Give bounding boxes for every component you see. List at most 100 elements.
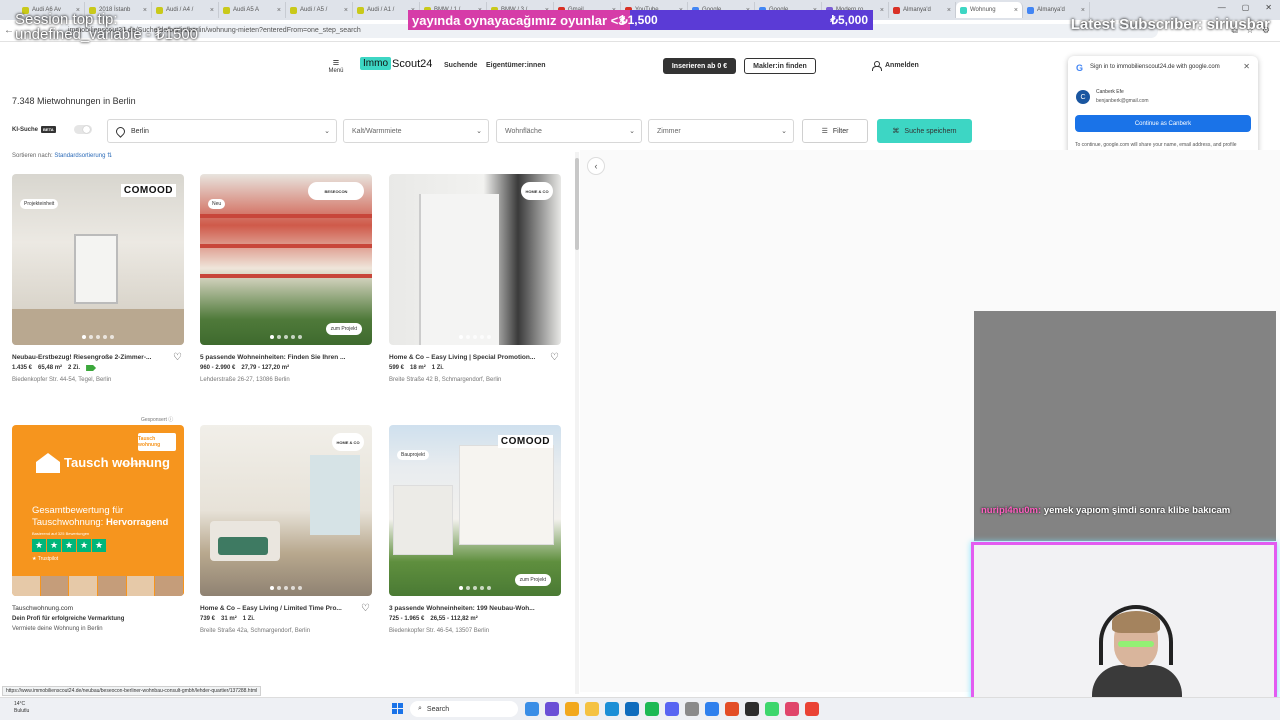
browser-tab[interactable]: Audi / A5 / ×	[286, 2, 353, 18]
minimize-icon[interactable]: —	[1218, 3, 1226, 12]
windows-start-icon[interactable]	[392, 703, 403, 714]
vscode-icon[interactable]	[705, 702, 719, 716]
immoscout-logo[interactable]: Immo Scout24	[360, 57, 432, 70]
listing-address: Breite Straße 42 B, Schmargendorf, Berli…	[389, 377, 502, 383]
area-select[interactable]: Wohnfläche ⌄	[496, 119, 642, 143]
ki-search-label: KI-Suche BETA	[12, 126, 56, 133]
browser-tab[interactable]: Audi A5 A ×	[219, 2, 286, 18]
listing-brand: BESEOCON	[308, 182, 364, 200]
listing-photo[interactable]: HOME & CO	[200, 425, 372, 596]
listing-photo[interactable]: Bauprojekt COMOOD zum Projekt	[389, 425, 561, 596]
scrollbar-thumb[interactable]	[575, 158, 579, 250]
listing-area: 65,48 m²	[38, 365, 63, 371]
ad-subtext: doch glücklich	[122, 461, 148, 466]
app-icon[interactable]	[605, 702, 619, 716]
heart-icon[interactable]: ♡	[361, 603, 370, 614]
nav-searchers[interactable]: Suchende	[444, 62, 477, 69]
listing-card[interactable]: Bauprojekt COMOOD zum Projekt 3 passende…	[389, 425, 561, 634]
discord-icon[interactable]	[665, 702, 679, 716]
close-window-icon[interactable]: ✕	[1265, 3, 1272, 12]
app-icon[interactable]	[565, 702, 579, 716]
insert-listing-button[interactable]: Inserieren ab 0 €	[663, 58, 736, 74]
save-search-button[interactable]: ⌘ Suche speichern	[877, 119, 972, 143]
weather-widget[interactable]: 14°C Bulutlu	[14, 701, 29, 715]
listing-title[interactable]: 5 passende Wohneinheiten: Finden Sie Ihr…	[200, 354, 360, 361]
listing-photo[interactable]: HOME & CO	[389, 174, 561, 345]
location-select[interactable]: Berlin ⌄	[107, 119, 337, 143]
maximize-icon[interactable]: ▢	[1242, 3, 1250, 12]
folder-icon[interactable]	[585, 702, 599, 716]
carousel-dots[interactable]	[270, 586, 302, 590]
chevron-down-icon: ⌄	[324, 128, 330, 135]
continue-as-button[interactable]: Continue as Canberk	[1075, 115, 1251, 132]
listing-photo[interactable]: Projekteinheit COMOOD	[12, 174, 184, 345]
menu-button[interactable]: ≡ Menü	[326, 58, 346, 75]
sort-value[interactable]: Standardsortierung ⇅	[54, 153, 112, 159]
tab-close-icon[interactable]: ×	[947, 7, 951, 14]
listing-title[interactable]: 3 passende Wohneinheiten: 199 Neubau-Woh…	[389, 605, 549, 612]
browser-tab[interactable]: Wohnung ×	[956, 2, 1023, 18]
sort-control[interactable]: Sortieren nach: Standardsortierung ⇅	[12, 152, 112, 159]
listing-tag: Neu	[208, 199, 226, 209]
taskbar-search[interactable]: ⌕ Search	[410, 701, 518, 717]
tab-close-icon[interactable]: ×	[1081, 7, 1085, 14]
listing-rooms: 1 Zi.	[242, 616, 255, 622]
carousel-dots[interactable]	[459, 335, 491, 339]
ad-banner[interactable]: Tausch wohnung doch glücklich Tausch woh…	[12, 425, 184, 596]
tab-close-icon[interactable]: ×	[344, 7, 348, 14]
heart-icon[interactable]: ♡	[173, 352, 182, 363]
listing-title[interactable]: Home & Co – Easy Living | Special Promot…	[389, 354, 549, 361]
ad-card[interactable]: Tausch wohnung doch glücklich Tausch woh…	[12, 425, 184, 632]
close-icon[interactable]: ✕	[1243, 62, 1250, 71]
app-icon[interactable]	[765, 702, 779, 716]
find-agent-button[interactable]: Makler:in finden	[744, 58, 816, 74]
tab-close-icon[interactable]: ×	[210, 7, 214, 14]
listing-card[interactable]: HOME & CO Home & Co – Easy Living | Spec…	[389, 174, 561, 383]
app-icon[interactable]	[785, 702, 799, 716]
listing-card[interactable]: HOME & CO Home & Co – Easy Living / Limi…	[200, 425, 372, 634]
heart-icon[interactable]: ♡	[550, 352, 559, 363]
carousel-dots[interactable]	[459, 586, 491, 590]
app-icon[interactable]	[725, 702, 739, 716]
project-button[interactable]: zum Projekt	[514, 574, 551, 586]
listing-card[interactable]: Neu BESEOCON zum Projekt 5 passende Wohn…	[200, 174, 372, 383]
ki-search-toggle[interactable]	[74, 125, 92, 134]
chrome-icon[interactable]	[805, 702, 819, 716]
rent-select[interactable]: Kalt/Warmmiete ⌄	[343, 119, 489, 143]
tab-close-icon[interactable]: ×	[277, 7, 281, 14]
browser-tab[interactable]: Almanya'd ×	[889, 2, 956, 18]
project-button[interactable]: zum Projekt	[325, 323, 362, 335]
listing-title[interactable]: Neubau-Erstbezug! Riesengroße 2-Zimmer-.…	[12, 354, 172, 361]
facade-stripe	[200, 244, 372, 248]
app-icon[interactable]	[745, 702, 759, 716]
filter-button[interactable]: ☰ Filter	[802, 119, 868, 143]
listing-scrollbar[interactable]	[575, 152, 579, 694]
rooms-select[interactable]: Zimmer ⌄	[648, 119, 794, 143]
spotify-icon[interactable]	[645, 702, 659, 716]
ad-description: Vermiete deine Wohnung in Berlin	[12, 626, 103, 632]
signin-label: Anmelden	[885, 62, 919, 69]
app-icon[interactable]	[545, 702, 559, 716]
listing-meta: 1.435 € 65,48 m² 2 Zi.	[12, 365, 184, 371]
listing-photo[interactable]: Neu BESEOCON zum Projekt	[200, 174, 372, 345]
listing-title[interactable]: Home & Co – Easy Living / Limited Time P…	[200, 605, 360, 612]
facade-stripe	[200, 274, 372, 278]
carousel-dots[interactable]	[270, 335, 302, 339]
listing-card[interactable]: Projekteinheit COMOOD Neubau-Erstbezug! …	[12, 174, 184, 383]
tab-close-icon[interactable]: ×	[1014, 7, 1018, 14]
ki-label: KI-Suche	[12, 126, 39, 133]
weather-desc: Bulutlu	[14, 708, 30, 714]
ad-domain[interactable]: Tauschwohnung.com	[12, 605, 172, 612]
tab-close-icon[interactable]: ×	[880, 7, 884, 14]
app-icon[interactable]	[685, 702, 699, 716]
app-icon[interactable]	[625, 702, 639, 716]
listing-tag: Projekteinheit	[20, 199, 59, 209]
carousel-dots[interactable]	[82, 335, 114, 339]
tab-favicon-icon	[290, 6, 297, 14]
nav-owners[interactable]: Eigentümer:innen	[486, 62, 546, 69]
app-icon[interactable]	[525, 702, 539, 716]
collapse-list-button[interactable]: ‹	[587, 157, 605, 175]
signin-link[interactable]: Anmelden	[872, 61, 919, 71]
account-email: benjanberk@gmail.com	[1096, 98, 1149, 104]
ad-logo-text: Tausch wohnung	[64, 455, 170, 470]
